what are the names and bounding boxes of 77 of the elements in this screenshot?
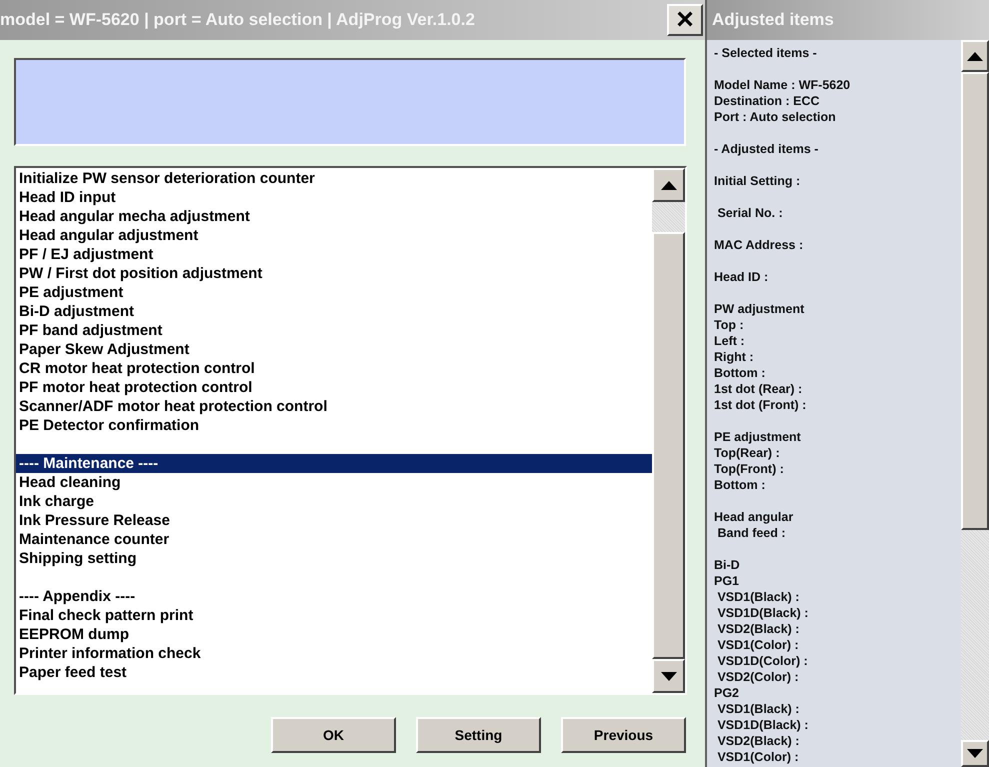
info-line: Serial No. : <box>716 206 783 220</box>
info-line: VSD2(Black) : <box>716 734 800 748</box>
list-item[interactable]: Final check pattern print <box>16 606 652 625</box>
list-item[interactable]: PF / EJ adjustment <box>16 245 652 264</box>
list-item[interactable]: Paper feed test <box>16 663 652 682</box>
list-item[interactable]: Bi-D adjustment <box>16 302 652 321</box>
info-line: Bi-D <box>714 558 740 572</box>
list-item[interactable]: Scanner/ADF motor heat protection control <box>16 397 652 416</box>
dialog-button[interactable]: OK <box>271 717 396 753</box>
dialog-button[interactable]: Setting <box>416 717 541 753</box>
list-item[interactable]: Head angular mecha adjustment <box>16 207 652 226</box>
info-line: Initial Setting : <box>714 174 800 188</box>
list-item[interactable]: PW / First dot position adjustment <box>16 264 652 283</box>
up-arrow-icon <box>660 180 676 190</box>
list-item[interactable]: PE Detector confirmation <box>16 416 652 435</box>
list-item[interactable]: Initialize PW sensor deterioration counter <box>16 169 652 188</box>
info-line: VSD2(Black) : <box>716 622 800 636</box>
scroll-down-button[interactable] <box>652 659 685 693</box>
info-line: MAC Address : <box>714 238 804 252</box>
info-line: VSD2(Color) : <box>716 670 799 684</box>
info-line: PG1 <box>714 574 740 588</box>
list-item[interactable]: Head angular adjustment <box>16 226 652 245</box>
info-line: VSD1(Black) : <box>716 702 800 716</box>
list-item[interactable]: ---- Appendix ---- <box>16 587 652 606</box>
up-arrow-icon <box>967 52 983 60</box>
info-line: Band feed : <box>716 526 786 540</box>
down-arrow-icon <box>967 749 983 758</box>
list-item[interactable]: Printer information check <box>16 644 652 663</box>
window-title: model = WF-5620 | port = Auto selection | AdjProg Ver.1.0.2 <box>0 9 475 32</box>
scroll-thumb[interactable] <box>652 232 685 659</box>
list-item[interactable]: Ink charge <box>16 492 652 511</box>
info-line: Right : <box>714 350 754 364</box>
list-item[interactable]: Shipping setting <box>16 549 652 568</box>
down-arrow-icon <box>660 672 676 680</box>
info-line: PW adjustment <box>714 302 804 316</box>
list-item[interactable]: ---- Maintenance ---- <box>16 454 652 473</box>
list-item[interactable]: PF band adjustment <box>16 321 652 340</box>
info-line: VSD1(Color) : <box>716 750 799 764</box>
info-line: VSD1(Black) : <box>716 590 800 604</box>
info-line: Top(Front) : <box>714 462 784 476</box>
info-line: Bottom : <box>714 366 766 380</box>
info-line: Top : <box>714 318 744 332</box>
info-line: - Adjusted items - <box>714 142 818 156</box>
list-item[interactable]: Paper Skew Adjustment <box>16 340 652 359</box>
info-line: Model Name : WF-5620 <box>714 78 850 92</box>
list-item[interactable]: Head cleaning <box>16 473 652 492</box>
scroll-thumb[interactable] <box>961 72 989 530</box>
info-line: PG2 <box>714 686 740 700</box>
info-line: 1st dot (Rear) : <box>714 382 802 396</box>
dialog-button[interactable]: Previous <box>561 717 686 753</box>
info-line: Destination : ECC <box>714 94 820 108</box>
info-line: Head angular <box>714 510 794 524</box>
info-line: PE adjustment <box>714 430 801 444</box>
list-item[interactable]: CR motor heat protection control <box>16 359 652 378</box>
list-item[interactable]: Head ID input <box>16 188 652 207</box>
scroll-up-button[interactable] <box>961 40 989 72</box>
info-line: VSD1D(Black) : <box>716 718 808 732</box>
panel-title: Adjusted items <box>712 9 834 32</box>
info-line: Left : <box>714 334 745 348</box>
list-item[interactable]: Maintenance counter <box>16 530 652 549</box>
info-line: Bottom : <box>714 478 766 492</box>
list-item[interactable]: EEPROM dump <box>16 625 652 644</box>
scroll-up-button[interactable] <box>652 168 685 202</box>
info-line: Port : Auto selection <box>714 110 836 124</box>
info-line: Top(Rear) : <box>714 446 780 460</box>
scroll-track <box>652 202 685 232</box>
info-line: Head ID : <box>714 270 768 284</box>
info-line: - Selected items - <box>714 46 817 60</box>
info-line: VSD1(Color) : <box>716 638 799 652</box>
scroll-down-button[interactable] <box>961 740 989 767</box>
list-item[interactable]: PE adjustment <box>16 283 652 302</box>
close-button[interactable]: × <box>667 4 703 36</box>
list-item[interactable]: Ink Pressure Release <box>16 511 652 530</box>
info-line: VSD1D(Black) : <box>716 606 808 620</box>
info-line: 1st dot (Front) : <box>714 398 806 412</box>
list-item[interactable]: PF motor heat protection control <box>16 378 652 397</box>
info-line: VSD1D(Color) : <box>716 654 808 668</box>
